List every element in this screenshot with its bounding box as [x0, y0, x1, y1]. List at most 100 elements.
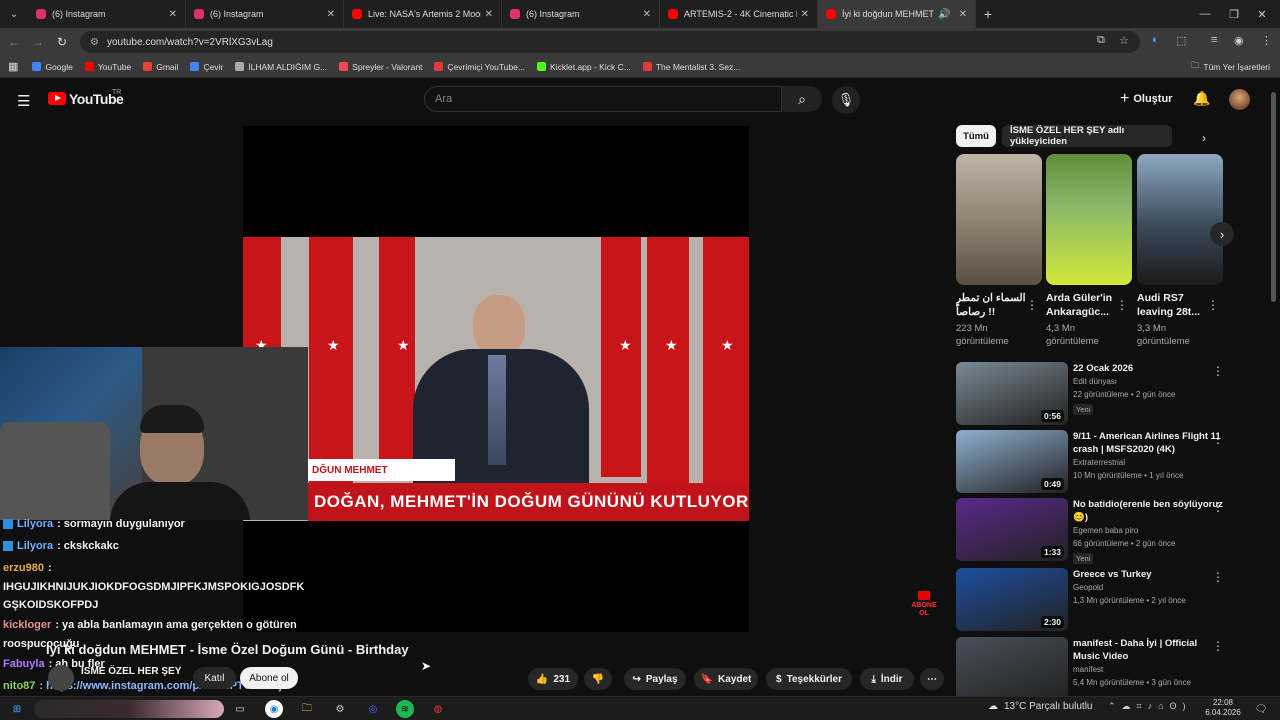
video-title[interactable]: 9/11 - American Airlines Flight 11 crash… — [1073, 430, 1223, 456]
tab-close-icon[interactable]: ✕ — [643, 9, 651, 20]
download-button[interactable]: ⤓ İndir — [860, 668, 914, 690]
bookmark-item[interactable]: YouTube — [84, 62, 131, 72]
browser-tab[interactable]: (6) Instagram ✕ — [186, 0, 344, 28]
avatar[interactable] — [1229, 89, 1250, 110]
filter-chip[interactable]: Tümü — [956, 125, 996, 147]
windows-start-icon[interactable]: ⊞ — [8, 700, 26, 718]
shorts-title[interactable]: Arda Güler'in Ankaragüc... — [1046, 291, 1120, 319]
tab-search-icon[interactable]: ⌄ — [0, 0, 28, 28]
hamburger-menu-icon[interactable]: ☰ — [17, 92, 30, 110]
shorts-thumbnail[interactable] — [956, 154, 1042, 285]
bookmark-item[interactable]: The Mentalist 3. Sez... — [642, 62, 740, 72]
browser-tab[interactable]: (6) Instagram ✕ — [28, 0, 186, 28]
notifications-bell-icon[interactable]: 🔔 — [1193, 90, 1210, 107]
video-thumbnail[interactable]: 0:56 — [956, 362, 1068, 425]
channel-name[interactable]: Edit dünyası — [1073, 377, 1117, 386]
browser-tab[interactable]: İyi ki doğdun MEHMET - İsı 🔊 ✕ — [818, 0, 976, 28]
tab-close-icon[interactable]: ✕ — [801, 9, 809, 20]
shorts-title[interactable]: Audi RS7 leaving 28t... — [1137, 291, 1211, 319]
taskbar-search-box[interactable] — [34, 700, 224, 718]
shorts-card[interactable]: السماء ان تمطر رصاصاً !! 223 Mn görüntüle… — [956, 154, 1042, 348]
video-title[interactable]: Greece vs Turkey — [1073, 568, 1223, 581]
forward-icon[interactable]: → — [26, 35, 50, 49]
subscribe-button[interactable]: Abone ol — [240, 667, 298, 689]
channel-name[interactable]: Extraterrestrial — [1073, 458, 1125, 467]
shorts-card[interactable]: Arda Güler'in Ankaragüc... 4,3 Mn görüntü… — [1046, 154, 1132, 348]
discord-app-icon[interactable]: ◎ — [364, 700, 382, 718]
obs-app-icon[interactable]: ◍ — [429, 700, 447, 718]
video-title[interactable]: No batidio(erenle ben söylüyoruz😊) — [1073, 498, 1223, 524]
site-info-icon[interactable]: ⚙ — [90, 37, 99, 48]
steam-app-icon[interactable]: ⚙ — [331, 700, 349, 718]
chrome-app-icon[interactable]: ◉ — [265, 700, 283, 718]
weather-widget[interactable]: ☁ 13°C Parçalı bulutlu — [988, 701, 1093, 712]
media-icon[interactable]: ≡ — [1211, 34, 1217, 46]
video-thumbnail[interactable] — [956, 637, 1068, 700]
voice-search-button[interactable]: 🎙 — [832, 86, 860, 114]
back-icon[interactable]: ← — [2, 35, 26, 49]
shorts-title[interactable]: السماء ان تمطر رصاصاً !! — [956, 291, 1030, 319]
shorts-next-button[interactable]: › — [1210, 222, 1234, 246]
video-title[interactable]: 22 Ocak 2026 — [1073, 362, 1223, 375]
more-vert-icon[interactable]: ⋮ — [1212, 364, 1224, 378]
channel-name[interactable]: Geopold — [1073, 583, 1103, 592]
chevron-right-icon[interactable]: › — [1202, 131, 1206, 145]
file-explorer-icon[interactable]: 🗀 — [298, 700, 316, 718]
like-button[interactable]: 👍 231 — [528, 668, 578, 690]
dislike-button[interactable]: 👎 — [584, 668, 612, 690]
recommended-video[interactable]: 0:56 22 Ocak 2026 Edit dünyası 22 görüntüle… — [956, 362, 1236, 426]
channel-name[interactable]: Egemen baba piro — [1073, 526, 1138, 535]
more-vert-icon[interactable]: ⋮ — [1207, 298, 1219, 312]
notification-center-icon[interactable]: 🗨 — [1252, 700, 1270, 718]
shorts-card[interactable]: Audi RS7 leaving 28t... 3,3 Mn görüntülem… — [1137, 154, 1223, 348]
tab-close-icon[interactable]: ✕ — [327, 9, 335, 20]
bookmark-item[interactable]: Kicklet.app - Kick C... — [537, 62, 631, 72]
page-scrollbar[interactable] — [1271, 92, 1276, 302]
extensions-puzzle-icon[interactable]: ⬚ — [1176, 34, 1186, 47]
video-player[interactable]: ★ ★ ★ ★ ★ ★ DĞUN MEHMET DOĞAN, MEHMET'İN… — [243, 126, 749, 632]
channel-avatar[interactable] — [48, 665, 74, 691]
install-icon[interactable]: ⧉ — [1097, 34, 1105, 47]
video-thumbnail[interactable]: 2:30 — [956, 568, 1068, 631]
tab-close-icon[interactable]: ✕ — [485, 9, 493, 20]
bookmark-item[interactable]: Gmail — [143, 62, 178, 72]
filter-chip[interactable]: İSME ÖZEL HER ŞEY adlı yükleyiciden — [1002, 125, 1172, 147]
task-view-icon[interactable]: ▭ — [231, 700, 249, 718]
thanks-button[interactable]: $ Teşekkürler — [766, 668, 852, 690]
new-tab-icon[interactable]: + — [976, 6, 1000, 22]
more-vert-icon[interactable]: ⋮ — [1212, 570, 1224, 584]
channel-name[interactable]: manifest — [1073, 665, 1103, 674]
recommended-video[interactable]: 1:33 No batidio(erenle ben söylüyoruz😊) Eg… — [956, 498, 1236, 564]
more-vert-icon[interactable]: ⋮ — [1026, 298, 1038, 312]
channel-name[interactable]: İSME ÖZEL HER ŞEY — [81, 666, 181, 677]
bookmark-item[interactable]: Spreyler - Valorant — [339, 62, 422, 72]
recommended-video[interactable]: manifest - Daha İyi | Official Music Vid… — [956, 637, 1236, 701]
share-button[interactable]: ↪ Paylaş — [624, 668, 686, 690]
more-vert-icon[interactable]: ⋮ — [1212, 639, 1224, 653]
system-tray-icons[interactable]: ⌃☁⌗♪⌂ʘ) — [1108, 701, 1192, 712]
join-button[interactable]: Katıl — [193, 667, 236, 689]
spotify-app-icon[interactable]: ≋ — [396, 700, 414, 718]
search-input[interactable]: Ara — [424, 86, 782, 112]
more-vert-icon[interactable]: ⋮ — [1212, 500, 1224, 514]
browser-tab[interactable]: ARTEMIS-2 - 4K Cinematic Laun ✕ — [660, 0, 818, 28]
recommended-video[interactable]: 2:30 Greece vs Turkey Geopold 1,3 Mn görünt… — [956, 568, 1236, 632]
subscribe-overlay-badge[interactable]: ABONE OL — [906, 591, 942, 617]
shorts-thumbnail[interactable] — [1137, 154, 1223, 285]
bookmark-star-icon[interactable]: ☆ — [1119, 34, 1129, 47]
tab-close-icon[interactable]: ✕ — [959, 9, 967, 20]
tab-close-icon[interactable]: ✕ — [169, 9, 177, 20]
url-bar[interactable]: ⚙ youtube.com/watch?v=2VRlXG3vLag — [80, 31, 1140, 53]
more-vert-icon[interactable]: ⋮ — [1212, 432, 1224, 446]
browser-menu-icon[interactable]: ⋮ — [1261, 34, 1272, 47]
profile-icon[interactable]: ◉ — [1234, 34, 1244, 47]
more-actions-button[interactable]: ⋯ — [920, 668, 944, 690]
clock[interactable]: 22:08 6.04.2026 — [1202, 698, 1244, 718]
create-button[interactable]: + Oluştur — [1120, 90, 1172, 108]
shorts-thumbnail[interactable] — [1046, 154, 1132, 285]
search-button[interactable]: ⌕ — [782, 86, 822, 112]
bookmark-item[interactable]: İLHAM ALDIĞIM G... — [235, 62, 327, 72]
browser-tab[interactable]: Live: NASA's Artemis 2 Moon m ✕ — [344, 0, 502, 28]
browser-tab[interactable]: (6) Instagram ✕ — [502, 0, 660, 28]
recommended-video[interactable]: 0:49 9/11 - American Airlines Flight 11 c… — [956, 430, 1236, 494]
